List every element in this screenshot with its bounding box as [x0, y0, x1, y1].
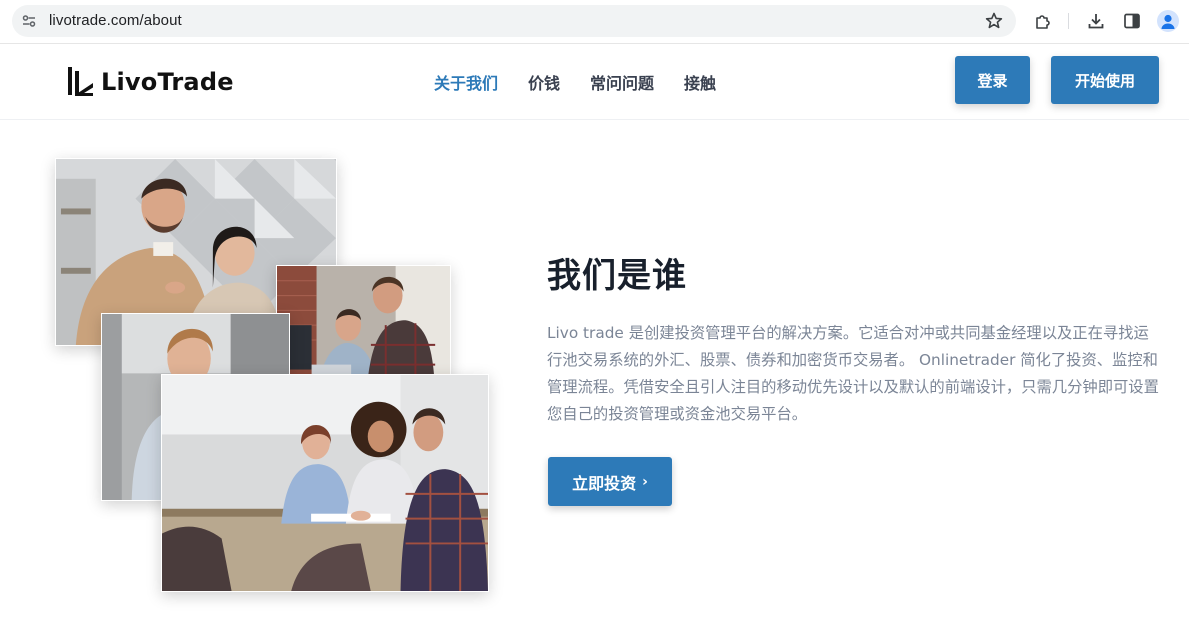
- nav-faq[interactable]: 常问问题: [590, 70, 654, 94]
- profile-icon[interactable]: [1157, 10, 1179, 32]
- invest-now-label: 立即投资: [572, 473, 637, 493]
- site-header: LivoTrade 关于我们 价钱 常问问题 接触 登录 开始使用: [0, 44, 1189, 120]
- login-button[interactable]: 登录: [955, 56, 1030, 104]
- side-panel-icon[interactable]: [1122, 11, 1142, 31]
- toolbar-separator: [1068, 13, 1069, 29]
- logo-text: LivoTrade: [101, 68, 234, 96]
- browser-toolbar: livotrade.com/about: [0, 0, 1189, 44]
- get-started-button[interactable]: 开始使用: [1051, 56, 1159, 104]
- extensions-icon[interactable]: [1033, 11, 1053, 31]
- invest-now-button[interactable]: 立即投资 ›: [548, 457, 672, 506]
- chevron-right-icon: ›: [642, 473, 648, 490]
- nav-contact[interactable]: 接触: [684, 70, 716, 94]
- logo[interactable]: LivoTrade: [66, 65, 234, 99]
- about-title: 我们是谁: [547, 256, 687, 296]
- main-nav: 关于我们 价钱 常问问题 接触: [434, 70, 716, 94]
- about-description: Livo trade 是创建投资管理平台的解决方案。它适合对冲或共同基金经理以及…: [547, 324, 1159, 423]
- nav-pricing[interactable]: 价钱: [528, 70, 560, 94]
- download-icon[interactable]: [1086, 11, 1106, 31]
- url-text[interactable]: livotrade.com/about: [49, 12, 182, 29]
- site-info-icon[interactable]: [21, 13, 37, 29]
- address-bar[interactable]: livotrade.com/about: [12, 5, 1016, 37]
- logo-mark-icon: [66, 65, 96, 99]
- nav-about[interactable]: 关于我们: [434, 70, 498, 94]
- team-photo-4: [161, 374, 489, 592]
- star-icon[interactable]: [984, 11, 1004, 31]
